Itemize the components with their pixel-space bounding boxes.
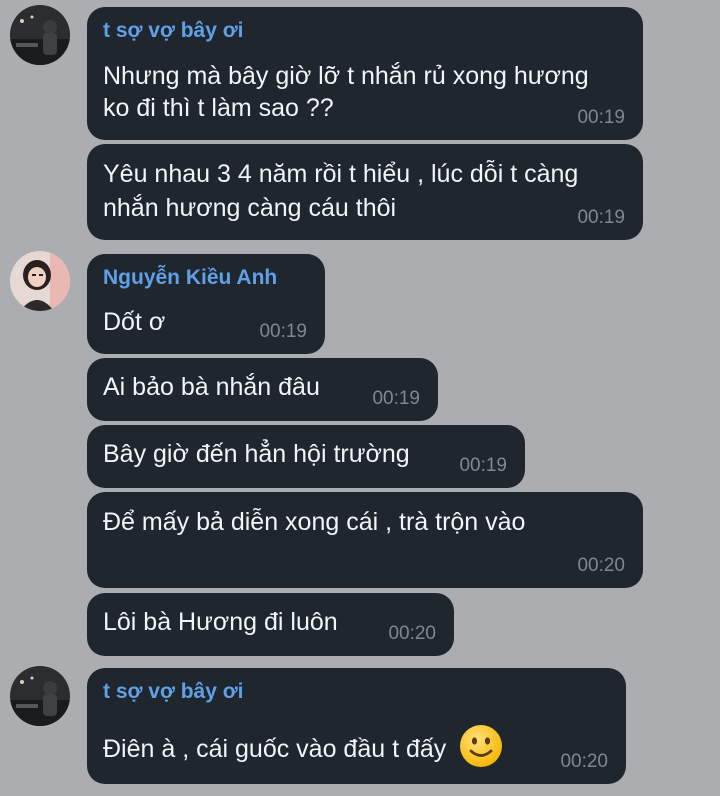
message-timestamp: 00:20 <box>577 555 625 576</box>
message-bubble[interactable]: Lôi bà Hương đi luôn 00:20 <box>87 593 454 656</box>
message-text-line: Ai bảo bà nhắn đâu <box>103 373 320 401</box>
message-text-line: Nhưng mà bây giờ lỡ t nhắn rủ xong hương <box>103 62 589 90</box>
message-bubble[interactable]: Yêu nhau 3 4 năm rồi t hiểu , lúc dỗi t … <box>87 144 643 240</box>
message-bubble[interactable]: Bây giờ đến hẳn hội trường 00:19 <box>87 425 525 488</box>
slightly-smiling-face-icon <box>459 724 503 777</box>
message-timestamp: 00:19 <box>577 207 625 228</box>
message-bubble[interactable]: t sợ vợ bây ơi Nhưng mà bây giờ lỡ t nhắ… <box>87 7 643 140</box>
message-bubble[interactable]: Ai bảo bà nhắn đâu 00:19 <box>87 358 438 421</box>
message-timestamp: 00:20 <box>560 751 608 772</box>
message-bubble[interactable]: Nguyễn Kiều Anh Dốt ơ 00:19 <box>87 254 325 354</box>
avatar-t-so-vo-bay-oi[interactable] <box>10 666 70 726</box>
message-bubble[interactable]: Để mấy bả diễn xong cái , trà trộn vào 0… <box>87 492 643 588</box>
sender-name[interactable]: Nguyễn Kiều Anh <box>103 266 277 290</box>
message-text-line: Lôi bà Hương đi luôn <box>103 608 338 636</box>
message-timestamp: 00:19 <box>259 321 307 342</box>
sender-name[interactable]: t sợ vợ bây ơi <box>103 680 244 704</box>
message-timestamp: 00:19 <box>577 107 625 128</box>
message-text-line: ko đi thì t làm sao ?? <box>103 94 334 122</box>
avatar-nguyen-kieu-anh[interactable] <box>10 251 70 311</box>
message-text-line: Bây giờ đến hẳn hội trường <box>103 440 410 468</box>
message-timestamp: 00:20 <box>388 623 436 644</box>
message-text-line: Yêu nhau 3 4 năm rồi t hiểu , lúc dỗi t … <box>103 160 579 188</box>
message-timestamp: 00:19 <box>372 388 420 409</box>
message-timestamp: 00:19 <box>459 455 507 476</box>
message-text-line: nhắn hương càng cáu thôi <box>103 194 397 222</box>
message-text-line: Để mấy bả diễn xong cái , trà trộn vào <box>103 508 526 536</box>
message-text: Điên à , cái guốc vào đầu t đấy <box>103 735 447 764</box>
sender-name[interactable]: t sợ vợ bây ơi <box>103 19 244 43</box>
message-bubble[interactable]: t sợ vợ bây ơi Điên à , cái guốc vào đầu… <box>87 668 626 784</box>
message-text-line: Điên à , cái guốc vào đầu t đấy <box>103 724 503 777</box>
message-text-line: Dốt ơ <box>103 308 166 336</box>
avatar-t-so-vo-bay-oi[interactable] <box>10 5 70 65</box>
